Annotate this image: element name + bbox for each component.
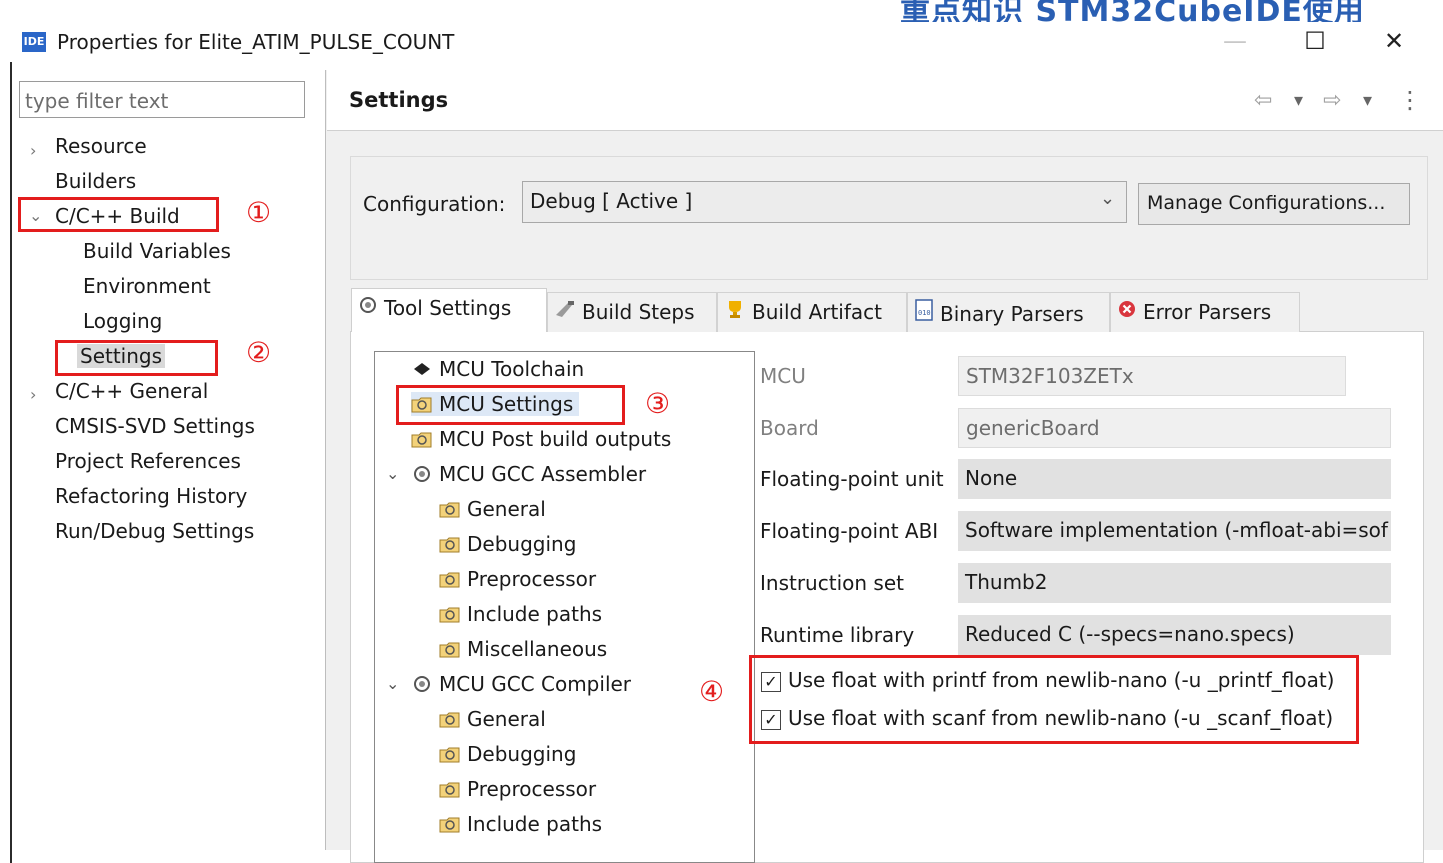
folder-gear-icon: [439, 499, 461, 519]
fpabi-label: Floating-point ABI: [760, 519, 939, 543]
folder-gear-icon: [439, 779, 461, 799]
nav-item-builders[interactable]: Builders: [55, 169, 136, 193]
nav-item-logging[interactable]: Logging: [83, 309, 162, 333]
tree-item-mcu-toolchain[interactable]: MCU Toolchain: [411, 357, 584, 381]
folder-gear-icon: [439, 604, 461, 624]
tab-build-artifact[interactable]: Build Artifact: [717, 292, 907, 332]
build-steps-icon: [554, 299, 576, 324]
tree-item-asm-misc[interactable]: Miscellaneous: [439, 637, 607, 661]
forward-dropdown-icon[interactable]: ▾: [1363, 90, 1372, 111]
gear-icon: [411, 464, 433, 484]
tree-item-cc-include-paths[interactable]: Include paths: [439, 812, 602, 836]
board-label: Board: [760, 416, 819, 440]
tree-item-cc-general[interactable]: General: [439, 707, 546, 731]
mcu-label: MCU: [760, 364, 806, 388]
tab-binary-parsers[interactable]: 010 Binary Parsers: [907, 292, 1110, 332]
nav-item-environment[interactable]: Environment: [83, 274, 211, 298]
folder-gear-icon: [411, 429, 433, 449]
binary-file-icon: 010: [914, 299, 934, 326]
runtime-library-label: Runtime library: [760, 623, 915, 647]
svg-text:010: 010: [918, 309, 931, 317]
tree-item-asm-include-paths[interactable]: Include paths: [439, 602, 602, 626]
maximize-button[interactable]: ☐: [1292, 26, 1338, 56]
tree-item-gcc-compiler[interactable]: MCU GCC Compiler: [411, 672, 631, 696]
folder-gear-icon: [439, 639, 461, 659]
annotation-number-3: ③: [645, 387, 671, 420]
gear-icon: [411, 674, 433, 694]
runtime-library-select[interactable]: Reduced C (--specs=nano.specs): [958, 615, 1391, 655]
back-dropdown-icon[interactable]: ▾: [1294, 90, 1303, 111]
folder-gear-icon: [439, 814, 461, 834]
ide-app-icon: IDE: [22, 32, 46, 52]
manage-configurations-button[interactable]: Manage Configurations...: [1138, 183, 1410, 225]
tab-tool-settings[interactable]: Tool Settings: [351, 288, 547, 332]
mcu-field: STM32F103ZETx: [958, 356, 1346, 396]
chip-icon: [411, 359, 433, 379]
gear-icon: [358, 295, 378, 320]
annotation-number-4: ④: [699, 675, 725, 708]
chevron-right-icon[interactable]: ›: [30, 141, 36, 160]
annotation-number-2: ②: [246, 336, 272, 369]
annotation-box-3: [396, 385, 625, 425]
minimize-button[interactable]: —: [1212, 26, 1258, 56]
annotation-box-4: [749, 655, 1359, 744]
folder-gear-icon: [439, 709, 461, 729]
tree-item-asm-general[interactable]: General: [439, 497, 546, 521]
filter-input[interactable]: type filter text: [19, 81, 305, 118]
page-title: Settings: [349, 88, 449, 112]
tree-item-asm-preprocessor[interactable]: Preprocessor: [439, 567, 596, 591]
nav-item-resource[interactable]: Resource: [55, 134, 147, 158]
tree-item-gcc-assembler[interactable]: MCU GCC Assembler: [411, 462, 646, 486]
trophy-icon: [724, 299, 746, 324]
configuration-select[interactable]: Debug [ Active ]: [522, 181, 1127, 223]
tree-item-cc-preprocessor[interactable]: Preprocessor: [439, 777, 596, 801]
board-field: genericBoard: [958, 408, 1391, 448]
nav-item-refactoring-history[interactable]: Refactoring History: [55, 484, 247, 508]
fpu-select[interactable]: None: [958, 459, 1391, 499]
nav-item-project-references[interactable]: Project References: [55, 449, 241, 473]
back-arrow-icon[interactable]: ⇦: [1254, 88, 1272, 113]
folder-gear-icon: [439, 744, 461, 764]
tab-error-parsers[interactable]: Error Parsers: [1110, 292, 1300, 332]
fpu-label: Floating-point unit: [760, 467, 944, 491]
instruction-set-label: Instruction set: [760, 571, 904, 595]
chevron-down-icon[interactable]: ⌄: [386, 674, 399, 693]
tree-item-cc-debugging[interactable]: Debugging: [439, 742, 576, 766]
error-icon: [1117, 299, 1137, 324]
annotation-box-1: [18, 197, 219, 232]
folder-gear-icon: [439, 534, 461, 554]
fpabi-select[interactable]: Software implementation (-mfloat-abi=sof: [958, 511, 1391, 551]
nav-item-cpp-general[interactable]: C/C++ General: [55, 379, 208, 403]
annotation-number-1: ①: [246, 196, 272, 229]
configuration-label: Configuration:: [363, 192, 506, 216]
tree-item-asm-debugging[interactable]: Debugging: [439, 532, 576, 556]
settings-header: [327, 70, 1443, 131]
nav-item-run-debug[interactable]: Run/Debug Settings: [55, 519, 254, 543]
annotation-box-2: [55, 340, 218, 376]
tab-build-steps[interactable]: Build Steps: [547, 292, 717, 332]
forward-arrow-icon[interactable]: ⇨: [1323, 88, 1341, 113]
tree-item-mcu-post-build[interactable]: MCU Post build outputs: [411, 427, 671, 451]
folder-gear-icon: [439, 569, 461, 589]
nav-item-build-variables[interactable]: Build Variables: [83, 239, 231, 263]
nav-item-cmsis-svd[interactable]: CMSIS-SVD Settings: [55, 414, 255, 438]
window-title: Properties for Elite_ATIM_PULSE_COUNT: [57, 30, 455, 54]
close-button[interactable]: ✕: [1371, 26, 1417, 56]
instruction-set-select[interactable]: Thumb2: [958, 563, 1391, 603]
chevron-down-icon[interactable]: ⌄: [1100, 188, 1115, 209]
view-menu-icon[interactable]: ⋮: [1398, 86, 1422, 114]
chevron-down-icon[interactable]: ⌄: [386, 464, 399, 483]
chevron-right-icon[interactable]: ›: [30, 385, 36, 404]
